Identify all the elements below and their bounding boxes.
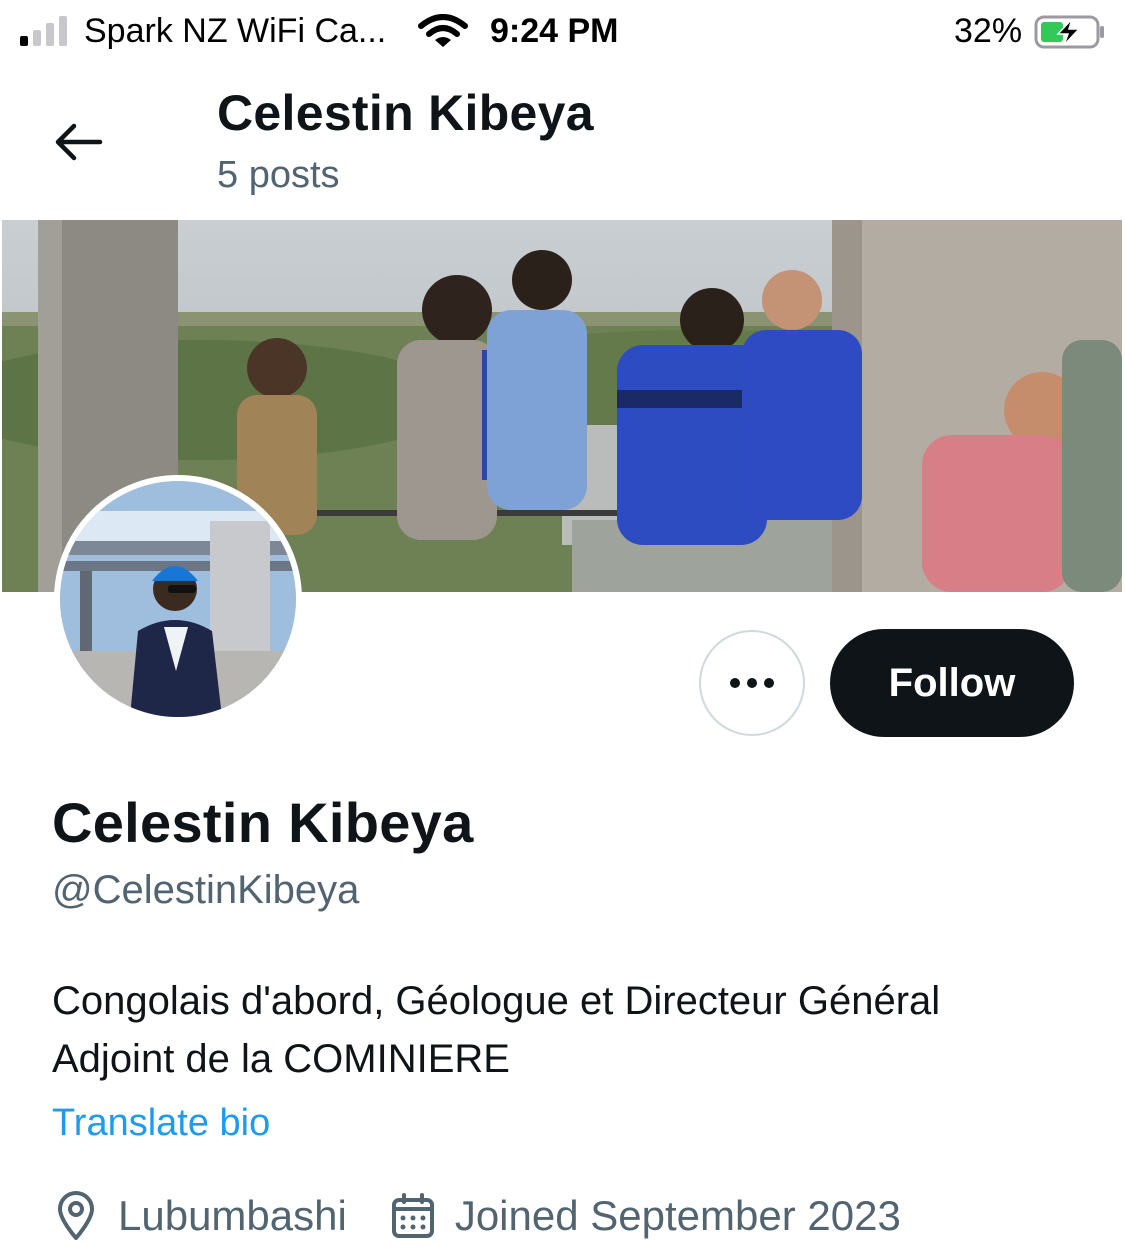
header-post-count: 5 posts — [217, 154, 340, 196]
arrow-left-icon — [55, 123, 103, 161]
header-title: Celestin Kibeya — [217, 85, 594, 141]
carrier-name: Spark NZ WiFi Ca... — [84, 12, 387, 50]
joined-item: Joined September 2023 — [389, 1192, 901, 1240]
cellular-signal-icon — [20, 14, 67, 46]
calendar-icon — [391, 1193, 434, 1238]
battery-charging-icon — [1034, 14, 1106, 55]
location-pin-icon — [58, 1191, 94, 1240]
profile-display-name: Celestin Kibeya — [52, 791, 474, 854]
translate-bio-link[interactable]: Translate bio — [52, 1102, 270, 1145]
status-bar: Spark NZ WiFi Ca... 9:24 PM 32% — [0, 0, 1125, 64]
more-options-button[interactable] — [699, 630, 805, 736]
bio-line: Congolais d'abord, Géologue et Directeur… — [52, 979, 941, 1023]
location-item: Lubumbashi — [52, 1190, 347, 1242]
profile-bio: Congolais d'abord, Géologue et Directeur… — [52, 972, 1092, 1088]
ellipsis-icon — [730, 678, 774, 688]
wifi-icon — [418, 14, 468, 55]
profile-avatar[interactable] — [54, 475, 302, 723]
profile-handle: @CelestinKibeya — [52, 868, 360, 912]
battery-percentage: 32% — [954, 12, 1023, 50]
status-time: 9:24 PM — [490, 12, 619, 50]
joined-date: Joined September 2023 — [454, 1192, 901, 1239]
bio-line: Adjoint de la COMINIERE — [52, 1037, 510, 1081]
back-button[interactable] — [42, 110, 114, 174]
profile-meta: Lubumbashi Joined September 2023 — [52, 1186, 901, 1246]
location-text: Lubumbashi — [118, 1192, 347, 1239]
follow-button[interactable]: Follow — [830, 629, 1074, 737]
